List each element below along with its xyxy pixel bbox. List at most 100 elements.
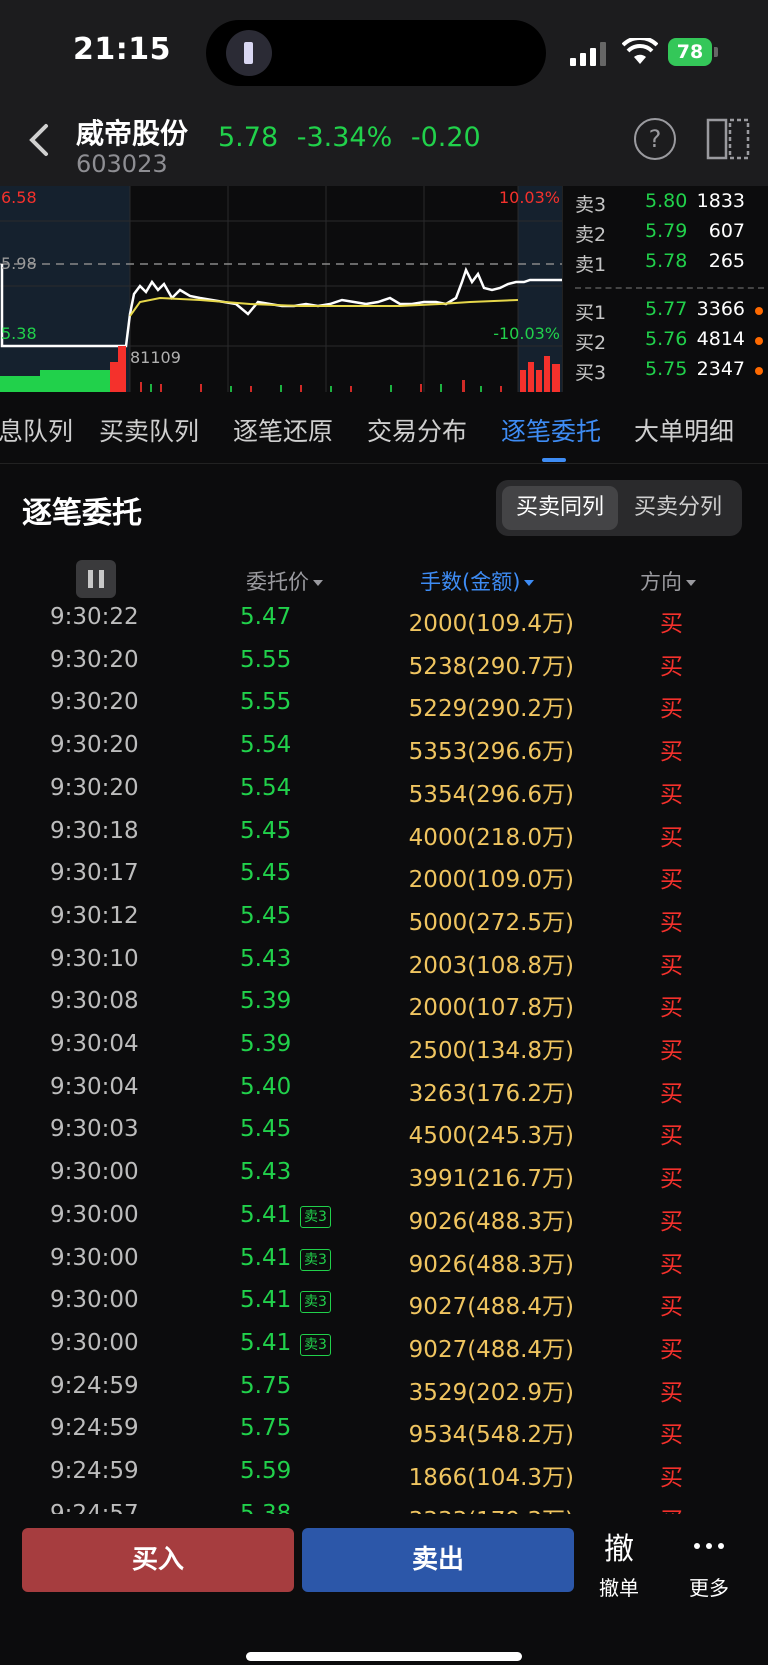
more-dots-icon — [674, 1524, 744, 1562]
order-row[interactable]: 9:30:00 5.41 卖3 9027(488.4万) 买 — [0, 1322, 768, 1365]
seg-split-column[interactable]: 买卖分列 — [620, 486, 736, 530]
order-time: 9:30:17 — [50, 860, 139, 887]
home-indicator — [246, 1652, 522, 1661]
order-amount: 2500(134.8万) — [408, 1038, 574, 1064]
battery-cap — [714, 47, 718, 57]
more-button[interactable]: 更多 — [674, 1524, 744, 1601]
bid-dot-icon — [755, 337, 763, 345]
dynamic-island — [206, 20, 546, 86]
change-amount: -0.20 — [410, 122, 481, 153]
ask-volume: 265 — [708, 250, 745, 272]
chart-up-pct: 10.03% — [498, 188, 560, 207]
seg-same-column[interactable]: 买卖同列 — [502, 486, 618, 530]
order-time: 9:30:08 — [50, 988, 139, 1015]
order-direction: 买 — [660, 1251, 683, 1278]
tab-trade-distribution[interactable]: 交易分布 — [367, 412, 467, 448]
column-header-direction[interactable]: 方向 — [640, 566, 696, 596]
flashlight-icon — [226, 30, 272, 76]
order-row[interactable]: 9:30:20 5.55 5229(290.2万) 买 — [0, 681, 768, 724]
order-price: 5.47 — [240, 604, 292, 630]
order-row[interactable]: 9:30:17 5.45 2000(109.0万) 买 — [0, 852, 768, 895]
order-row[interactable]: 9:24:59 5.75 3529(202.9万) 买 — [0, 1365, 768, 1408]
order-time: 9:24:59 — [50, 1458, 139, 1484]
layout-switch-icon[interactable] — [706, 118, 750, 160]
order-row[interactable]: 9:24:575.383333(179.3万)买 — [0, 1493, 768, 1516]
order-time: 9:30:22 — [50, 604, 139, 630]
bid-volume: 3366 — [696, 298, 745, 320]
order-time: 9:30:03 — [50, 1116, 139, 1143]
order-row[interactable]: 9:30:20 5.54 5353(296.6万) 买 — [0, 724, 768, 767]
help-icon[interactable]: ? — [634, 118, 676, 160]
tick-order-list[interactable]: 9:30:22 5.47 2000(109.4万) 买 9:30:20 5.55 5238(… — [0, 596, 768, 1516]
order-direction: 买 — [660, 739, 683, 766]
order-time: 9:30:18 — [50, 817, 139, 844]
order-direction: 买 — [660, 1422, 683, 1449]
intraday-chart[interactable]: 6.58 5.98 5.38 10.03% -10.03% 81109 — [0, 186, 562, 392]
order-level-tag: 卖3 — [300, 1205, 331, 1228]
order-row[interactable]: 9:30:00 5.41 卖3 9027(488.4万) 买 — [0, 1279, 768, 1322]
buy-button[interactable]: 买入 — [22, 1528, 294, 1592]
trade-action-bar: 买入 卖出 撤 撤单 更多 — [0, 1514, 768, 1665]
ask-row: 卖1 5.78 265 — [569, 250, 767, 280]
order-row[interactable]: 9:30:00 5.43 3991(216.7万) 买 — [0, 1151, 768, 1194]
order-price: 5.39 — [240, 988, 292, 1015]
order-price: 5.45 — [240, 860, 292, 887]
order-row[interactable]: 9:24:59 5.59 1866(104.3万) 买 — [0, 1450, 768, 1493]
order-row[interactable]: 9:30:04 5.40 3263(176.2万) 买 — [0, 1066, 768, 1109]
stock-code: 603023 — [76, 150, 168, 178]
cancel-order-button[interactable]: 撤 撤单 — [584, 1524, 654, 1601]
tab-bid-ask-queue[interactable]: 买卖队列 — [99, 412, 199, 448]
order-row[interactable]: 9:30:00 5.41 卖3 9026(488.3万) 买 — [0, 1194, 768, 1237]
bid-dot-icon — [755, 367, 763, 375]
order-amount: 5353(296.6万) — [408, 739, 574, 766]
tab-message-queue[interactable]: 息队列 — [0, 412, 73, 448]
bid-row: 买3 5.75 2347 — [569, 358, 767, 388]
order-amount: 1866(104.3万) — [408, 1465, 574, 1491]
back-chevron-icon[interactable] — [22, 118, 58, 162]
order-row[interactable]: 9:30:22 5.47 2000(109.4万) 买 — [0, 596, 768, 639]
order-row[interactable]: 9:24:59 5.75 9534(548.2万) 买 — [0, 1407, 768, 1450]
column-amount-label: 手数(金额) — [420, 570, 521, 594]
bid-price: 5.76 — [645, 328, 688, 350]
order-amount: 9027(488.4万) — [408, 1294, 574, 1321]
bid-label: 买1 — [575, 302, 607, 324]
order-row[interactable]: 9:30:04 5.39 2500(134.8万) 买 — [0, 1023, 768, 1066]
order-level-tag: 卖3 — [300, 1333, 331, 1356]
order-row[interactable]: 9:30:18 5.45 4000(218.0万) 买 — [0, 810, 768, 853]
battery-indicator: 78 — [668, 38, 712, 66]
bid-volume: 2347 — [696, 358, 745, 380]
column-header-amount[interactable]: 手数(金额) — [420, 566, 535, 596]
sell-button[interactable]: 卖出 — [302, 1528, 574, 1592]
order-direction: 买 — [660, 1336, 683, 1363]
tab-tick-orders[interactable]: 逐笔委托 — [501, 412, 601, 448]
tab-tick-restore[interactable]: 逐笔还原 — [233, 412, 333, 448]
order-row[interactable]: 9:30:20 5.54 5354(296.6万) 买 — [0, 767, 768, 810]
order-price: 5.41 — [240, 1201, 292, 1228]
order-amount: 2000(109.4万) — [408, 611, 574, 637]
pause-icon[interactable] — [76, 560, 116, 598]
order-row[interactable]: 9:30:03 5.45 4500(245.3万) 买 — [0, 1108, 768, 1151]
tab-big-orders[interactable]: 大单明细 — [634, 412, 734, 448]
order-row[interactable]: 9:30:12 5.45 5000(272.5万) 买 — [0, 895, 768, 938]
order-amount: 2003(108.8万) — [408, 952, 574, 979]
order-price: 5.41 — [240, 1244, 292, 1271]
order-row[interactable]: 9:30:08 5.39 2000(107.8万) 买 — [0, 980, 768, 1023]
order-price: 5.55 — [240, 646, 292, 673]
order-amount: 4000(218.0万) — [408, 824, 574, 851]
order-row[interactable]: 9:30:20 5.55 5238(290.7万) 买 — [0, 639, 768, 682]
order-row[interactable]: 9:30:10 5.43 2003(108.8万) 买 — [0, 938, 768, 981]
order-book[interactable]: 卖3 5.80 1833 卖2 5.79 607 卖1 5.78 265 买1 … — [562, 186, 768, 392]
view-mode-segmented-control: 买卖同列 买卖分列 — [496, 480, 742, 536]
more-label: 更多 — [689, 1576, 729, 1600]
order-amount: 9026(488.3万) — [408, 1251, 574, 1278]
order-direction: 买 — [660, 1166, 683, 1193]
order-row[interactable]: 9:30:00 5.41 卖3 9026(488.3万) 买 — [0, 1237, 768, 1280]
order-amount: 4500(245.3万) — [408, 1123, 574, 1150]
order-price: 5.75 — [240, 1415, 292, 1442]
cellular-signal-icon — [570, 42, 608, 66]
order-direction: 买 — [660, 1208, 683, 1235]
bid-row: 买2 5.76 4814 — [569, 328, 767, 358]
column-header-price[interactable]: 委托价 — [246, 566, 323, 596]
order-direction: 买 — [660, 909, 683, 936]
ask-volume: 1833 — [696, 190, 745, 212]
